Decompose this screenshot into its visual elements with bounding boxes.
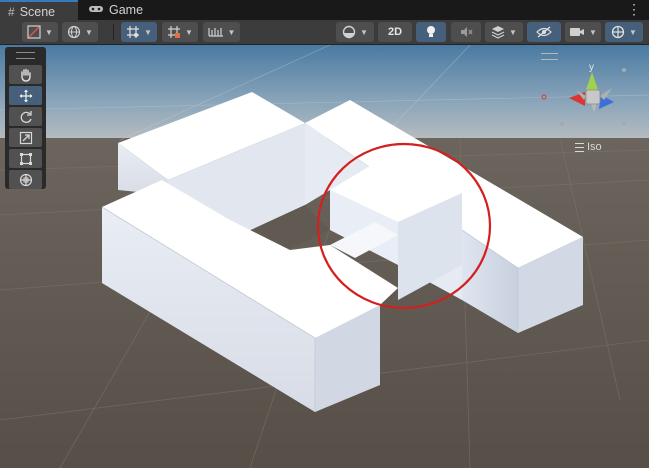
lightbulb-icon <box>427 26 435 37</box>
hash-icon: # <box>8 4 15 19</box>
hidden-objects-toggle[interactable] <box>527 22 561 42</box>
grid-snap-icon <box>127 26 140 38</box>
scene-viewport[interactable]: y <box>0 45 649 468</box>
gizmo-y-label: y <box>589 62 594 73</box>
shading-mode-dropdown[interactable]: ▼ <box>22 22 58 42</box>
move-arrows-icon <box>19 89 32 102</box>
drag-handle-icon[interactable] <box>16 52 35 59</box>
gizmo-menu-icon[interactable] <box>541 53 558 60</box>
scene-render: y <box>0 45 649 468</box>
scale-tool-button[interactable] <box>9 128 42 147</box>
grid-snap-button[interactable]: ▼ <box>121 22 157 42</box>
iso-bars-icon <box>575 142 584 152</box>
draw-mode-dropdown[interactable]: ▼ <box>62 22 98 42</box>
more-options-icon[interactable]: ⋮ <box>627 2 641 16</box>
grid-icon <box>168 26 181 38</box>
layers-icon <box>491 26 505 39</box>
scene-window: # Scene Game ⋮ ▼ ▼ ▼ ▼ ▼ ▼ 2D ▼ ▼ ▼ y Is… <box>0 0 649 468</box>
scene-toolbar: ▼ ▼ ▼ ▼ ▼ ▼ 2D ▼ ▼ ▼ <box>0 20 649 45</box>
gizmo-icon <box>611 25 625 39</box>
eye-crossed-icon <box>536 26 552 38</box>
rotate-icon <box>20 110 32 123</box>
hand-icon <box>20 68 31 82</box>
globe-icon <box>67 25 81 39</box>
gizmos-dropdown[interactable]: ▼ <box>605 22 643 42</box>
rect-tool-button[interactable] <box>9 149 42 168</box>
move-tool-button[interactable] <box>9 86 42 105</box>
rotate-tool-button[interactable] <box>9 107 42 126</box>
ruler-icon <box>207 28 223 37</box>
tab-bar: # Scene Game ⋮ <box>0 0 649 21</box>
shading-icon <box>27 25 41 39</box>
sphere-icon <box>342 25 356 39</box>
tools-overlay <box>5 47 46 189</box>
projection-toggle[interactable]: Iso <box>575 141 602 153</box>
effects-dropdown[interactable]: ▼ <box>485 22 523 42</box>
projection-label: Iso <box>587 141 602 153</box>
shading-sphere-dropdown[interactable]: ▼ <box>336 22 374 42</box>
audio-toggle[interactable] <box>451 22 481 42</box>
rect-transform-icon <box>19 152 32 165</box>
transform-tool-button[interactable] <box>9 170 42 189</box>
transform-icon <box>19 173 32 186</box>
increment-snap-dropdown[interactable]: ▼ <box>203 22 240 42</box>
grid-visibility-dropdown[interactable]: ▼ <box>162 22 198 42</box>
tab-game[interactable]: Game <box>80 0 150 20</box>
camera-icon <box>570 28 585 36</box>
2d-label: 2D <box>387 26 403 38</box>
camera-dropdown[interactable]: ▼ <box>565 22 601 42</box>
tab-game-label: Game <box>109 3 144 17</box>
lighting-toggle[interactable] <box>416 22 446 42</box>
gamepad-icon <box>88 3 104 17</box>
view-tool-button[interactable] <box>9 65 42 84</box>
speaker-muted-icon <box>461 27 473 37</box>
tab-scene[interactable]: # Scene <box>0 0 78 21</box>
2d-toggle-button[interactable]: 2D <box>378 22 412 42</box>
scale-icon <box>19 131 32 144</box>
toolbar-separator <box>113 24 114 40</box>
tab-scene-label: Scene <box>19 4 56 19</box>
